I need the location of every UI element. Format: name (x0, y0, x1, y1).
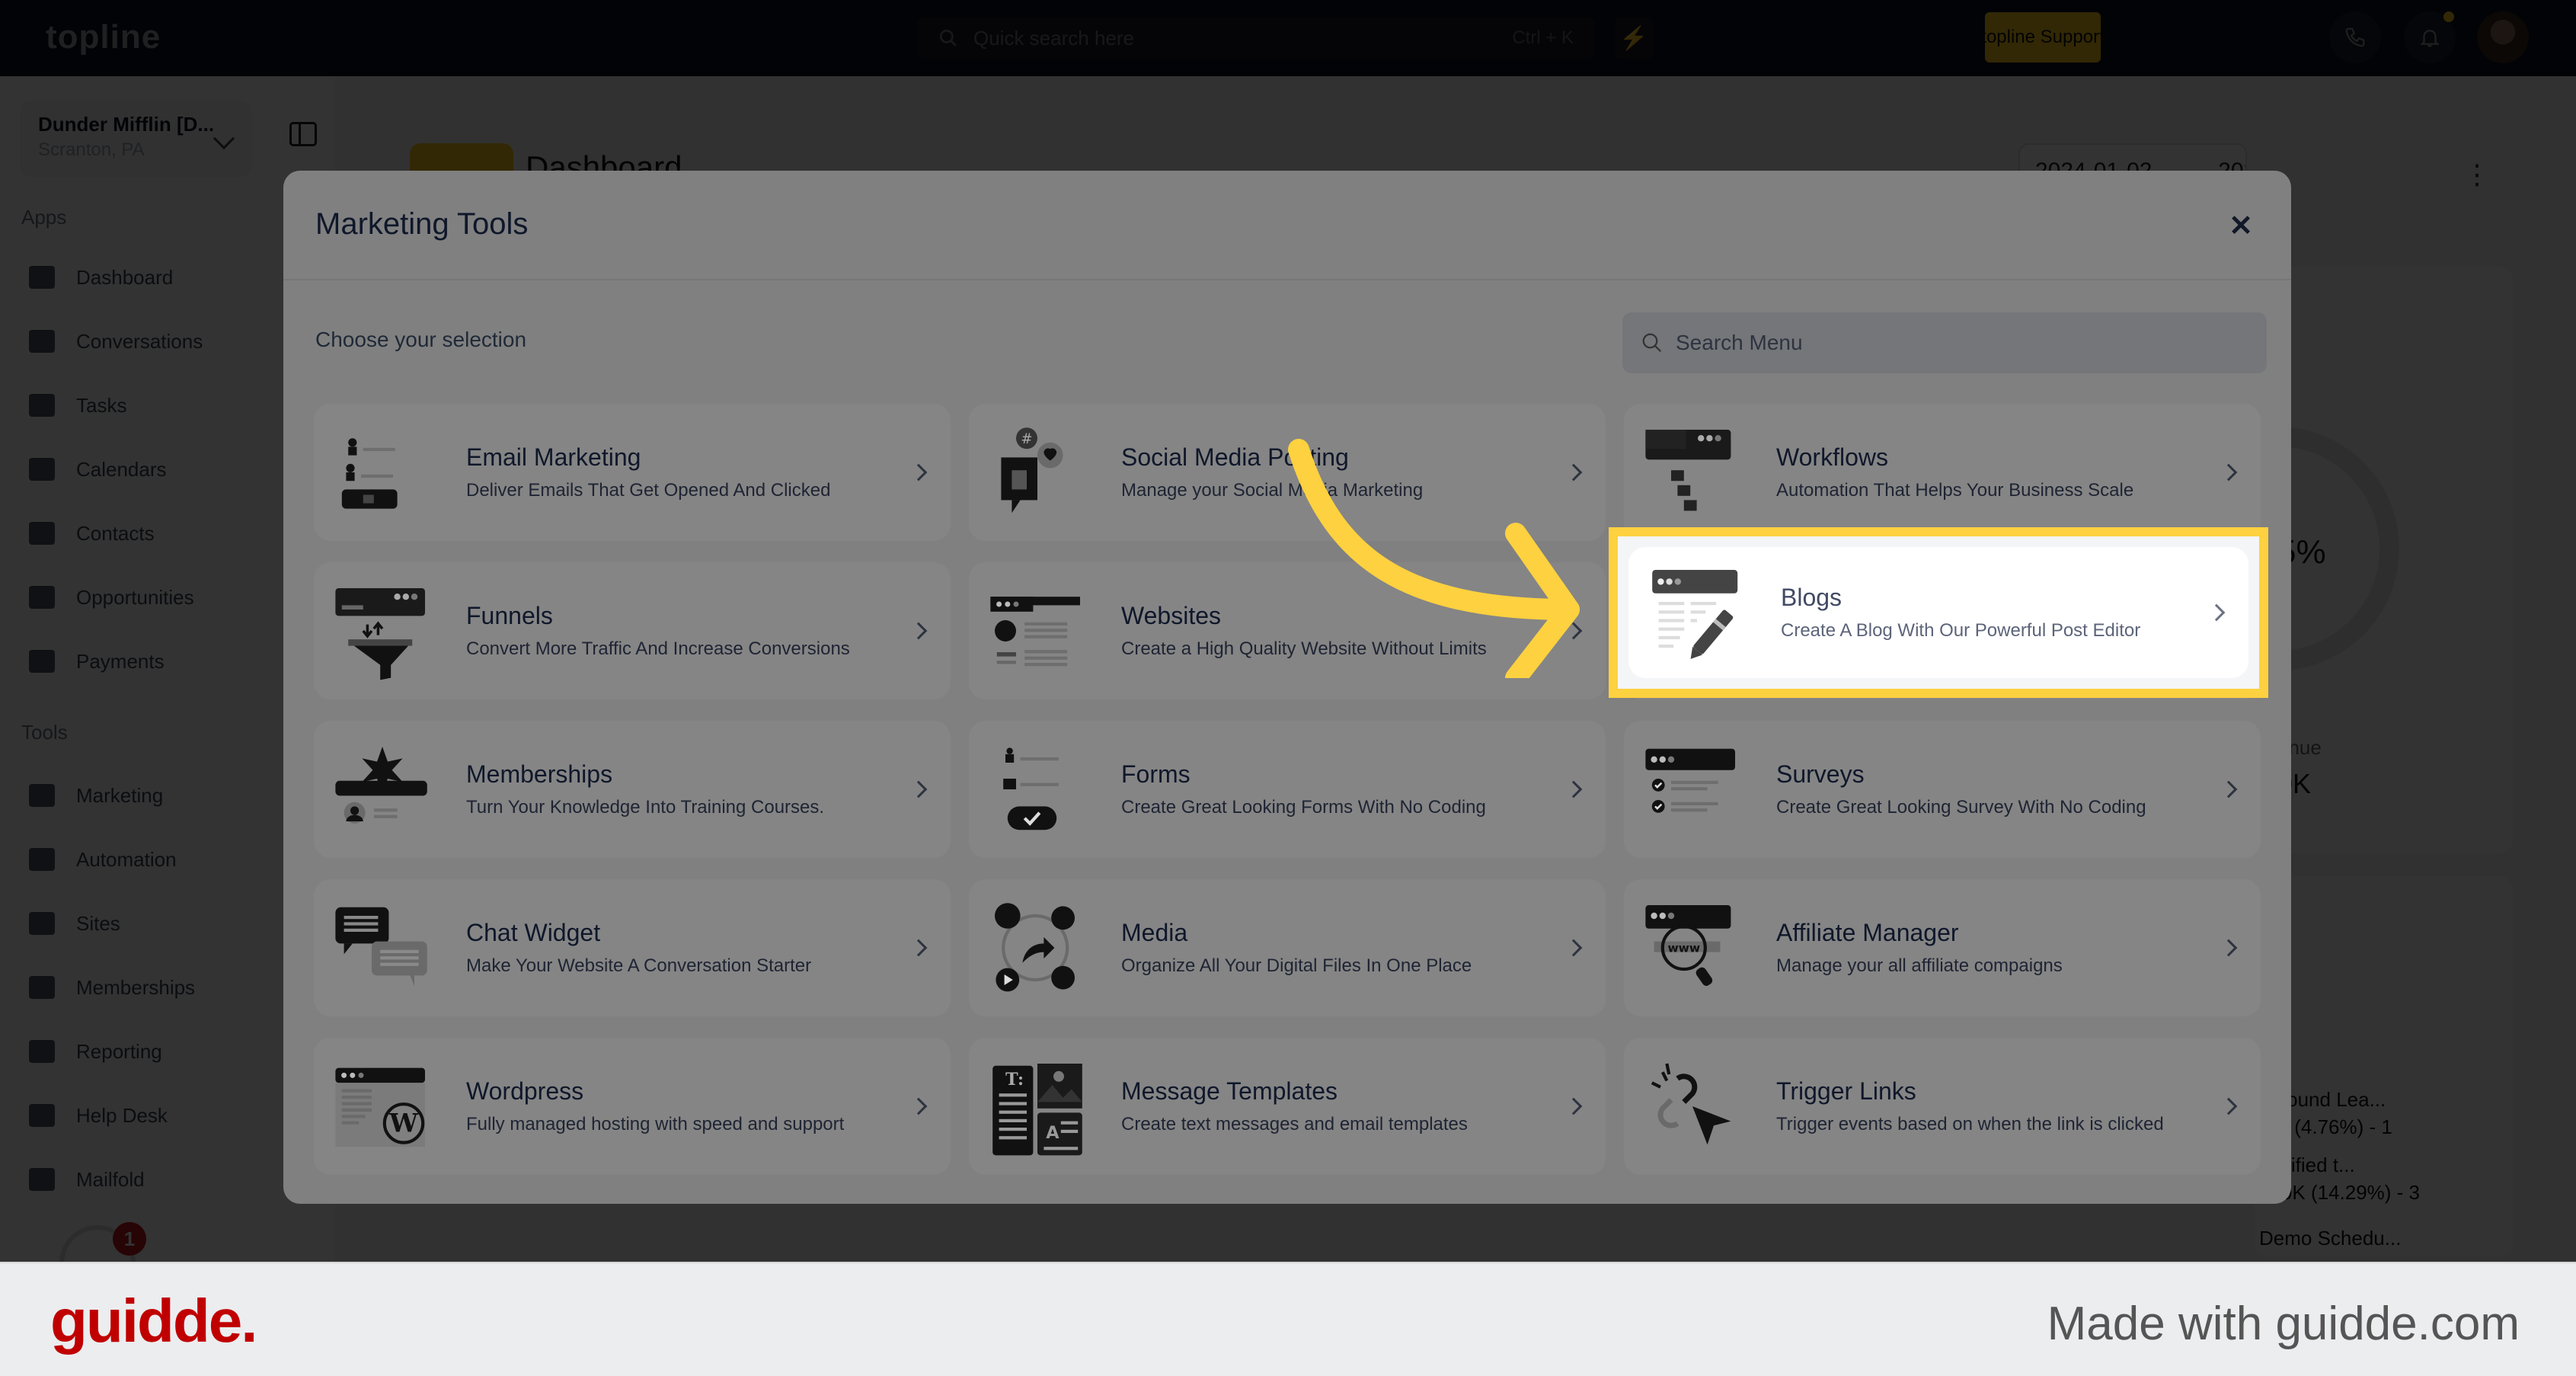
svg-text:T:: T: (1005, 1070, 1024, 1090)
tool-title: Email Marketing (466, 443, 641, 471)
search-menu-input[interactable] (1676, 331, 2248, 355)
funnel-icon (335, 588, 425, 680)
tool-title: Surveys (1776, 760, 1865, 788)
tool-title: Funnels (466, 602, 553, 629)
tool-title: Message Templates (1121, 1077, 1338, 1105)
tool-card-media[interactable]: Media Organize All Your Digital Files In … (969, 879, 1606, 1016)
svg-text:W: W (388, 1108, 419, 1138)
blog-icon (1652, 570, 1738, 659)
tool-title: Blogs (1781, 584, 1843, 611)
tool-title: Memberships (466, 760, 613, 788)
tool-description: Turn Your Knowledge Into Training Course… (466, 797, 825, 818)
tool-description: Trigger events based on when the link is… (1776, 1114, 2164, 1134)
svg-text:www: www (1667, 942, 1700, 955)
email-marketing-icon (341, 438, 398, 509)
search-icon (1642, 333, 1662, 353)
tool-title: Social Media Posting (1121, 443, 1349, 471)
made-with-label[interactable]: Made with guidde.com (2047, 1297, 2520, 1351)
tool-description: Manage your Social Media Marketing (1121, 480, 1424, 501)
tool-card-memberships[interactable]: Memberships Turn Your Knowledge Into Trai… (314, 721, 951, 858)
tool-card-email-marketing[interactable]: Email Marketing Deliver Emails That Get O… (314, 404, 951, 541)
close-button[interactable]: ✕ (2226, 210, 2256, 242)
guidde-logo[interactable]: guidde. (50, 1286, 257, 1356)
tool-title: Workflows (1776, 443, 1888, 471)
tool-description: Make Your Website A Conversation Starter (466, 955, 812, 976)
tool-title: Forms (1121, 760, 1191, 788)
tool-card-surveys[interactable]: Surveys Create Great Looking Survey With … (1624, 721, 2261, 858)
highlight-frame: Blogs Create A Blog With Our Powerful Po… (1609, 527, 2268, 698)
guidde-footer: guidde. Made with guidde.com (0, 1262, 2576, 1376)
tool-description: Deliver Emails That Get Opened And Click… (466, 480, 831, 501)
tool-description: Manage your all affiliate compaigns (1776, 955, 2063, 976)
tool-description: Create A Blog With Our Powerful Post Edi… (1781, 620, 2141, 641)
tool-card-wordpress[interactable]: W Wordpress Fully managed hosting with sp… (314, 1038, 951, 1175)
modal-title: Marketing Tools (315, 207, 529, 241)
tool-card-message-templates[interactable]: T: A Message Templates Create text message… (969, 1038, 1606, 1175)
survey-icon (1645, 748, 1735, 813)
trigger-link-icon (1651, 1063, 1731, 1145)
search-menu-field[interactable] (1622, 312, 2267, 373)
tool-card-social-media-posting[interactable]: # Social Media Posting Manage your Social… (969, 404, 1606, 541)
tool-description: Fully managed hosting with speed and sup… (466, 1114, 845, 1134)
svg-text:#: # (1021, 431, 1032, 447)
media-icon (995, 903, 1075, 992)
tool-card-workflows[interactable]: Workflows Automation That Helps Your Busi… (1624, 404, 2261, 541)
tool-description: Create Great Looking Forms With No Codin… (1121, 797, 1486, 818)
affiliate-icon: www (1645, 905, 1731, 986)
tool-title: Wordpress (466, 1077, 584, 1105)
tool-card-funnels[interactable]: Funnels Convert More Traffic And Increase… (314, 562, 951, 699)
tool-grid: Email Marketing Deliver Emails That Get O… (314, 404, 2261, 1175)
tool-title: Websites (1121, 602, 1222, 629)
tool-card-chat-widget[interactable]: Chat Widget Make Your Website A Conversat… (314, 879, 951, 1016)
workflow-icon (1645, 430, 1731, 511)
modal-header: Marketing Tools ✕ (283, 171, 2291, 280)
tool-card-blogs[interactable]: Blogs Create A Blog With Our Powerful Po… (1628, 547, 2248, 678)
membership-icon (335, 747, 427, 824)
tool-title: Affiliate Manager (1776, 919, 1959, 946)
tool-description: Organize All Your Digital Files In One P… (1121, 955, 1472, 976)
message-template-icon: T: A (992, 1064, 1082, 1156)
tool-title: Chat Widget (466, 919, 601, 946)
tool-card-forms[interactable]: Forms Create Great Looking Forms With No … (969, 721, 1606, 858)
tool-description: Create Great Looking Survey With No Codi… (1776, 797, 2146, 818)
tool-title: Media (1121, 919, 1188, 946)
chat-widget-icon (335, 907, 427, 987)
social-media-icon: # (1001, 427, 1063, 514)
close-icon: ✕ (2229, 210, 2253, 242)
choose-selection-label: Choose your selection (315, 328, 527, 351)
tool-card-websites[interactable]: Websites Create a High Quality Website Wi… (969, 562, 1606, 699)
svg-text:A: A (1046, 1123, 1059, 1143)
tool-title: Trigger Links (1776, 1077, 1916, 1105)
tool-description: Create a High Quality Website Without Li… (1121, 638, 1487, 659)
wordpress-icon: W (335, 1067, 425, 1147)
tool-description: Create text messages and email templates (1121, 1114, 1468, 1134)
website-icon (990, 597, 1080, 667)
tool-description: Convert More Traffic And Increase Conver… (466, 638, 850, 659)
tool-card-trigger-links[interactable]: Trigger Links Trigger events based on whe… (1624, 1038, 2261, 1175)
tool-description: Automation That Helps Your Business Scal… (1776, 480, 2134, 501)
form-icon (1003, 747, 1059, 830)
tool-card-affiliate-manager[interactable]: www Affiliate Manager Manage your all aff… (1624, 879, 2261, 1016)
